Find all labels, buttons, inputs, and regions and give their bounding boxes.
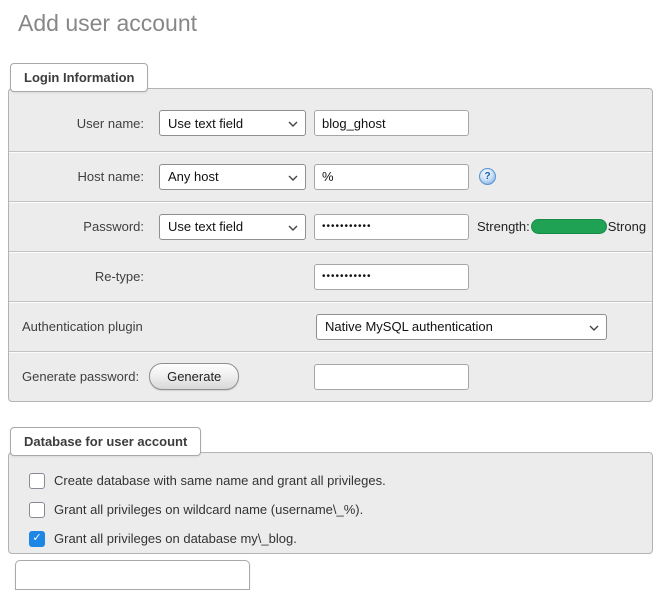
option-create-database: ✓ Create database with same name and gra…	[29, 466, 652, 495]
username-row: User name: Use text field	[9, 89, 652, 151]
option-grant-database-label: Grant all privileges on database my\_blo…	[54, 531, 297, 546]
auth-plugin-select-value: Native MySQL authentication	[325, 319, 493, 334]
next-section-legend-partial	[15, 560, 250, 590]
hostname-row: Host name: Any host ?	[9, 151, 652, 201]
chevron-down-icon	[589, 325, 599, 331]
auth-plugin-row: Authentication plugin Native MySQL authe…	[9, 301, 652, 351]
strength-text: Strong	[608, 219, 646, 234]
checkbox-create-database[interactable]: ✓	[29, 473, 45, 489]
auth-plugin-label: Authentication plugin	[22, 319, 143, 334]
password-type-select[interactable]: Use text field	[159, 214, 306, 240]
username-input[interactable]	[314, 110, 469, 136]
password-strength: Strength: Strong	[477, 219, 646, 234]
option-grant-database: ✓ Grant all privileges on database my\_b…	[29, 524, 652, 553]
database-fieldset: ✓ Create database with same name and gra…	[8, 452, 653, 554]
host-type-select-value: Any host	[168, 169, 219, 184]
strength-label: Strength:	[477, 219, 530, 234]
strength-meter	[531, 219, 607, 234]
auth-plugin-select[interactable]: Native MySQL authentication	[316, 314, 607, 340]
checkbox-grant-database[interactable]: ✓	[29, 531, 45, 547]
hostname-label: Host name:	[19, 169, 144, 184]
retype-input[interactable]	[314, 264, 469, 290]
checkbox-grant-wildcard[interactable]: ✓	[29, 502, 45, 518]
generated-password-input[interactable]	[314, 364, 469, 390]
login-fieldset: User name: Use text field Host name: Any…	[8, 88, 653, 402]
database-legend: Database for user account	[10, 427, 201, 456]
password-row: Password: Use text field Strength: Stron…	[9, 201, 652, 251]
password-input[interactable]	[314, 214, 469, 240]
username-type-select[interactable]: Use text field	[159, 110, 306, 136]
password-label: Password:	[19, 219, 144, 234]
generate-button[interactable]: Generate	[149, 363, 239, 390]
password-type-select-value: Use text field	[168, 219, 243, 234]
option-create-database-label: Create database with same name and grant…	[54, 473, 386, 488]
username-type-select-value: Use text field	[168, 116, 243, 131]
option-grant-wildcard-label: Grant all privileges on wildcard name (u…	[54, 502, 363, 517]
chevron-down-icon	[288, 225, 298, 231]
retype-label: Re-type:	[19, 269, 144, 284]
retype-row: Re-type:	[9, 251, 652, 301]
generate-password-label: Generate password:	[22, 369, 139, 384]
host-type-select[interactable]: Any host	[159, 164, 306, 190]
generate-password-row: Generate password: Generate	[9, 351, 652, 401]
hostname-input[interactable]	[314, 164, 469, 190]
username-label: User name:	[19, 116, 144, 131]
option-grant-wildcard: ✓ Grant all privileges on wildcard name …	[29, 495, 652, 524]
page-title: Add user account	[18, 10, 660, 37]
database-options: ✓ Create database with same name and gra…	[9, 453, 652, 553]
help-icon[interactable]: ?	[479, 168, 496, 185]
chevron-down-icon	[288, 121, 298, 127]
check-icon: ✓	[32, 533, 41, 544]
login-legend: Login Information	[10, 63, 148, 92]
chevron-down-icon	[288, 175, 298, 181]
